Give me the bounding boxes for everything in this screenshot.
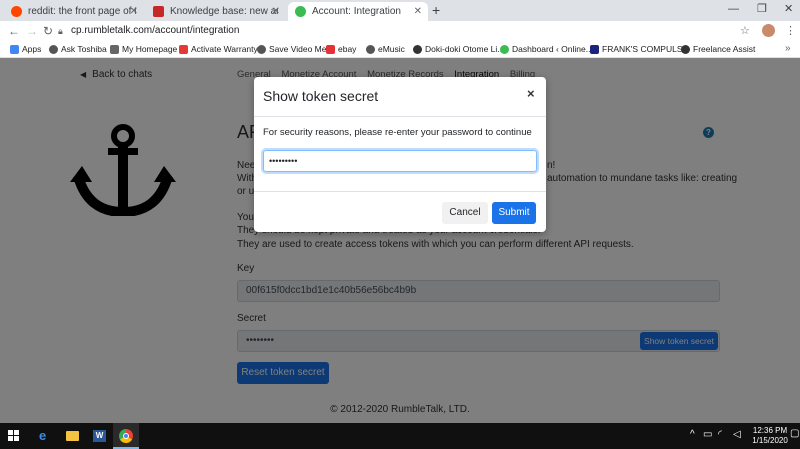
taskbar-chrome[interactable] [113,423,139,449]
taskbar-edge[interactable]: e [32,423,58,449]
word-icon: W [93,430,106,442]
bookmark-save-video-me[interactable]: Save Video Me [257,43,327,57]
modal-message: For security reasons, please re-enter yo… [263,127,532,138]
modal-header: Show token secret × [254,77,546,117]
bookmarks-bar: Apps Ask Toshiba My Homepage Activate Wa… [0,41,800,58]
toshiba-t-icon [179,45,188,54]
browser-tab-strip: reddit: the front page of the inte ✕ Kno… [0,0,800,21]
bookmark-label: Ask Toshiba [61,44,107,54]
volume-icon[interactable]: ◁ [733,429,741,440]
cancel-button[interactable]: Cancel [442,202,488,224]
show-token-secret-modal: Show token secret × For security reasons… [254,77,546,232]
chat-bubble-icon [500,45,509,54]
bookmark-freelance-assist[interactable]: Freelance Assist [681,43,755,57]
taskbar-word[interactable]: W [86,423,112,449]
minimize-button[interactable]: — [728,2,739,17]
menu-icon[interactable]: ⋮ [785,23,796,39]
bookmark-activate-warranty[interactable]: Activate Warranty [179,43,258,57]
folder-icon [66,431,79,441]
bookmark-label: Save Video Me [269,44,327,54]
browser-toolbar: ← → ↻ 🔒︎ cp.rumbletalk.com/account/integ… [0,21,800,41]
close-tab-icon[interactable]: ✕ [130,2,138,21]
page-icon [110,45,119,54]
submit-button[interactable]: Submit [492,202,536,224]
address-bar[interactable]: 🔒︎ cp.rumbletalk.com/account/integration [56,23,756,39]
ebay-icon [326,45,335,54]
tab-title: Knowledge base: new article diffi [170,6,278,17]
reddit-icon [11,6,22,17]
bookmark-ask-toshiba[interactable]: Ask Toshiba [49,43,107,57]
clock-date: 1/15/2020 [752,436,788,445]
modal-close-icon[interactable]: × [527,86,535,101]
bookmark-apps[interactable]: Apps [10,43,41,57]
globe-icon [257,45,266,54]
knowledge-base-icon [153,6,164,17]
close-tab-icon[interactable]: ✕ [272,2,280,21]
tab-account-integration[interactable]: Account: Integration ✕ [288,2,428,21]
windows-logo-icon [8,430,20,442]
bookmark-doki-doki[interactable]: Doki-doki Otome Li... [413,43,504,57]
rumbletalk-icon [295,6,306,17]
tab-knowledge-base[interactable]: Knowledge base: new article diffi ✕ [146,2,286,21]
maximize-button[interactable]: ❐ [757,2,767,17]
bookmark-label: ebay [338,44,357,54]
clock-time: 12:36 PM [752,426,788,435]
back-button[interactable]: ← [8,23,20,39]
reload-button[interactable]: ↻ [43,23,53,39]
forward-button[interactable]: → [26,23,38,39]
notifications-icon[interactable]: ▢ [790,428,799,439]
taskbar-clock[interactable]: 12:36 PM 1/15/2020 [752,426,788,446]
bookmark-label: FRANK'S COMPULS... [602,44,690,54]
modal-footer: Cancel Submit [254,191,546,232]
bookmark-dashboard[interactable]: Dashboard ‹ Online... [500,43,593,57]
bookmark-label: eMusic [378,44,405,54]
globe-icon [49,45,58,54]
modal-title: Show token secret [263,88,379,104]
start-button[interactable] [0,423,30,449]
battery-icon[interactable]: ▭ [703,429,712,440]
bookmark-label: Activate Warranty [191,44,258,54]
taskbar-file-explorer[interactable] [59,423,85,449]
url-text: cp.rumbletalk.com/account/integration [71,25,240,36]
bookmark-label: Dashboard ‹ Online... [512,44,593,54]
bookmark-label: Freelance Assist [693,44,756,54]
bookmark-label: My Homepage [122,44,178,54]
bookmark-label: Apps [22,44,42,54]
site-icon [590,45,599,54]
tab-title: Account: Integration [312,6,401,17]
new-tab-button[interactable]: + [432,2,440,19]
globe-icon [413,45,422,54]
tab-reddit[interactable]: reddit: the front page of the inte ✕ [4,2,144,21]
more-bookmarks-icon[interactable]: » [785,43,791,54]
globe-icon [366,45,375,54]
network-icon[interactable]: ◜ [718,429,722,440]
globe-icon [681,45,690,54]
bookmark-my-homepage[interactable]: My Homepage [110,43,177,57]
close-window-button[interactable]: ✕ [784,2,793,17]
edge-icon: e [39,428,47,443]
close-tab-icon[interactable]: ✕ [414,2,422,21]
bookmark-emusic[interactable]: eMusic [366,43,405,57]
windows-taskbar: e W ^ ▭ ◜ ◁ 12:36 PM 1/15/2020 ▢ [0,423,800,449]
show-hidden-icons[interactable]: ^ [690,429,695,440]
bookmark-ebay[interactable]: ebay [326,43,356,57]
bookmark-label: Doki-doki Otome Li... [425,44,505,54]
tab-title: reddit: the front page of the inte [28,6,136,17]
bookmark-franks[interactable]: FRANK'S COMPULS... [590,43,690,57]
bookmark-star-icon[interactable]: ☆ [740,23,750,39]
lock-icon: 🔒︎ [58,26,63,36]
apps-grid-icon [10,45,19,54]
password-input[interactable]: ••••••••• [263,150,537,172]
profile-avatar[interactable] [762,24,775,37]
